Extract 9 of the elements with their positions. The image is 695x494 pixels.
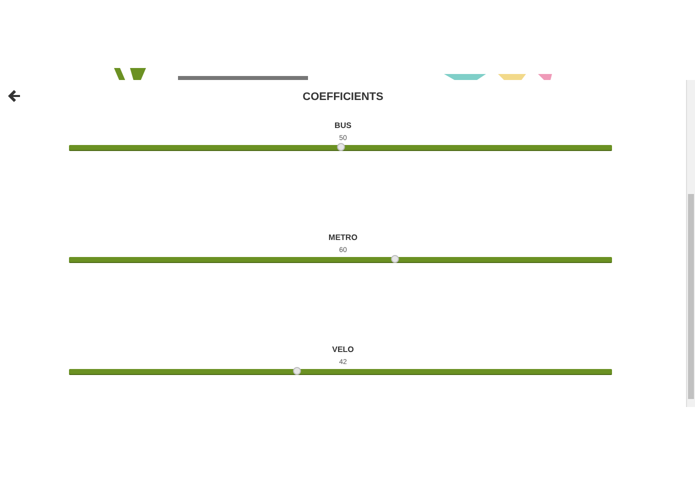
slider-label: BUS	[334, 121, 352, 130]
slider-thumb[interactable]	[293, 367, 302, 375]
scrollbar[interactable]	[686, 80, 695, 407]
back-arrow-icon[interactable]	[7, 89, 21, 103]
slider-label: METRO	[328, 233, 358, 242]
slider-label: VELO	[332, 345, 354, 354]
slider-thumb[interactable]	[336, 143, 344, 151]
page-title: COEFFICIENTS	[302, 91, 384, 103]
slider-thumb[interactable]	[390, 255, 399, 263]
